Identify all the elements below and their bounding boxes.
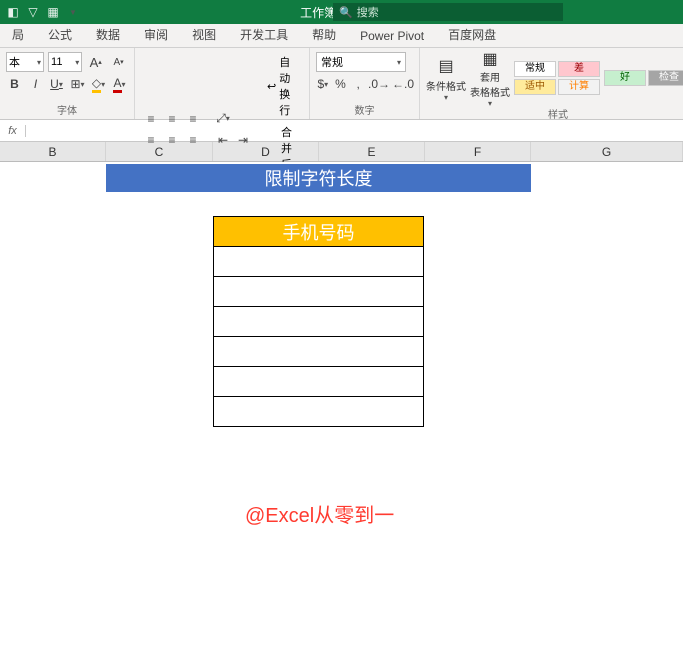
styles-group-label: 样式 [426, 104, 683, 121]
font-group-label: 字体 [6, 100, 128, 117]
style-check[interactable]: 检查 [648, 70, 683, 86]
formula-bar: fx [0, 120, 683, 142]
ribbon: 本▾ 11▾ A▴ A▾ B I U▾ ⊞▾ ◇▾ A▾ 字体 ≡ ≡ ≡ ≡ [0, 48, 683, 120]
watermark-text: @Excel从零到一 [245, 499, 394, 528]
col-header-g[interactable]: G [531, 142, 683, 161]
align-top-button[interactable]: ≡ [141, 109, 161, 129]
table-format-icon: ▦ [478, 49, 502, 69]
phone-cell-6[interactable] [214, 397, 424, 427]
align-middle-button[interactable]: ≡ [162, 109, 182, 129]
column-headers: B C D E F G [0, 142, 683, 162]
decrease-indent-button[interactable]: ⇤ [213, 130, 233, 150]
font-size-select[interactable]: 11▾ [48, 52, 82, 72]
comma-button[interactable]: , [351, 74, 365, 94]
qat-icon[interactable]: ◧ [6, 5, 20, 19]
col-header-e[interactable]: E [319, 142, 425, 161]
decrease-decimal-button[interactable]: ←.0 [393, 74, 413, 94]
number-format-select[interactable]: 常规▾ [316, 52, 406, 72]
title-bar: ◧ ▽ ▦ ▼ 工作簿1 - Excel 🔍 搜索 [0, 0, 683, 24]
ribbon-tabs: 局 公式 数据 审阅 视图 开发工具 帮助 Power Pivot 百度网盘 [0, 24, 683, 48]
alignment-grid: ≡ ≡ ≡ ≡ ≡ ≡ [141, 109, 203, 150]
title-banner[interactable]: 限制字符长度 [106, 164, 531, 192]
cell-styles-gallery-2: 好 检查 [604, 70, 683, 86]
search-icon: 🔍 [339, 6, 353, 19]
font-family-select[interactable]: 本▾ [6, 52, 44, 72]
tab-review[interactable]: 审阅 [132, 22, 180, 47]
bold-button[interactable]: B [6, 74, 23, 94]
percent-button[interactable]: % [334, 74, 348, 94]
align-bottom-button[interactable]: ≡ [183, 109, 203, 129]
align-right-button[interactable]: ≡ [183, 130, 203, 150]
fill-color-button[interactable]: ◇▾ [90, 74, 107, 94]
number-group-label: 数字 [316, 100, 413, 117]
phone-table: 手机号码 [213, 216, 424, 427]
increase-decimal-button[interactable]: .0→ [369, 74, 389, 94]
search-box[interactable]: 🔍 搜索 [333, 3, 563, 21]
increase-font-button[interactable]: A▴ [86, 52, 105, 72]
format-as-table-button[interactable]: ▦ 套用 表格格式▾ [470, 52, 510, 104]
cell-styles-gallery: 常规 差 适中 计算 [514, 61, 600, 95]
formula-label: fx [0, 125, 26, 137]
tab-data[interactable]: 数据 [84, 22, 132, 47]
filter-icon[interactable]: ▽ [26, 5, 40, 19]
phone-cell-4[interactable] [214, 337, 424, 367]
search-placeholder: 搜索 [357, 4, 379, 20]
italic-button[interactable]: I [27, 74, 44, 94]
conditional-format-button[interactable]: ▤ 条件格式▾ [426, 52, 466, 104]
col-header-f[interactable]: F [425, 142, 531, 161]
tab-developer[interactable]: 开发工具 [228, 22, 300, 47]
tab-baidu[interactable]: 百度网盘 [436, 22, 508, 47]
tab-help[interactable]: 帮助 [300, 22, 348, 47]
style-normal[interactable]: 常规 [514, 61, 556, 77]
grid-icon[interactable]: ▦ [46, 5, 60, 19]
tab-formulas[interactable]: 公式 [36, 22, 84, 47]
phone-cell-5[interactable] [214, 367, 424, 397]
wrap-icon: ↩ [267, 80, 276, 93]
alignment-group: ≡ ≡ ≡ ≡ ≡ ≡ ⤢▾ ⇤ ⇥ ↩自动换行 ⇔合并后居中▾ 对齐方式 [135, 48, 310, 119]
tab-powerpivot[interactable]: Power Pivot [348, 25, 436, 47]
accounting-button[interactable]: $▾ [316, 74, 330, 94]
conditional-format-icon: ▤ [434, 54, 458, 78]
sheet-area[interactable]: 限制字符长度 手机号码 @Excel从零到一 [0, 162, 683, 642]
font-color-button[interactable]: A▾ [111, 74, 128, 94]
phone-cell-3[interactable] [214, 307, 424, 337]
style-neutral[interactable]: 适中 [514, 79, 556, 95]
phone-cell-1[interactable] [214, 247, 424, 277]
phone-header-cell[interactable]: 手机号码 [214, 217, 424, 247]
underline-button[interactable]: U▾ [48, 74, 65, 94]
tab-view[interactable]: 视图 [180, 22, 228, 47]
decrease-font-button[interactable]: A▾ [109, 52, 128, 72]
align-center-button[interactable]: ≡ [162, 130, 182, 150]
orientation-button[interactable]: ⤢▾ [213, 108, 233, 128]
style-calc[interactable]: 计算 [558, 79, 600, 95]
formula-input[interactable] [26, 120, 683, 141]
wrap-text-button[interactable]: ↩自动换行 [263, 52, 303, 120]
qat-dropdown-icon[interactable]: ▼ [66, 5, 80, 19]
tab-layout[interactable]: 局 [0, 22, 36, 47]
styles-group: ▤ 条件格式▾ ▦ 套用 表格格式▾ 常规 差 适中 计算 好 检查 样式 [420, 48, 683, 119]
align-left-button[interactable]: ≡ [141, 130, 161, 150]
style-bad[interactable]: 差 [558, 61, 600, 77]
increase-indent-button[interactable]: ⇥ [233, 130, 253, 150]
col-header-b[interactable]: B [0, 142, 106, 161]
quick-access-toolbar: ◧ ▽ ▦ ▼ [0, 5, 80, 19]
style-good[interactable]: 好 [604, 70, 646, 86]
border-button[interactable]: ⊞▾ [69, 74, 86, 94]
phone-cell-2[interactable] [214, 277, 424, 307]
font-group: 本▾ 11▾ A▴ A▾ B I U▾ ⊞▾ ◇▾ A▾ 字体 [0, 48, 135, 119]
number-group: 常规▾ $▾ % , .0→ ←.0 数字 [310, 48, 420, 119]
